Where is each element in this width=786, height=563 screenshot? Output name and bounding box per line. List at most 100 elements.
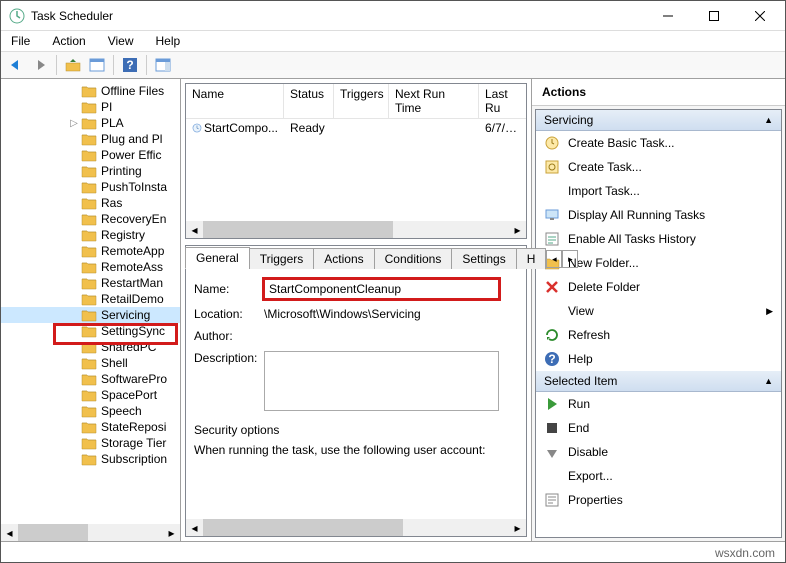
action-item[interactable]: Create Task... — [536, 155, 781, 179]
action-item[interactable]: Import Task... — [536, 179, 781, 203]
forward-button[interactable] — [29, 54, 51, 76]
collapse-icon[interactable]: ▲ — [764, 115, 773, 125]
tree-item[interactable]: StateReposi — [1, 419, 180, 435]
action-item[interactable]: Delete Folder — [536, 275, 781, 299]
svg-text:?: ? — [126, 58, 133, 72]
tab-conditions[interactable]: Conditions — [374, 248, 453, 269]
action-item[interactable]: Export... — [536, 464, 781, 488]
action-item[interactable]: Properties — [536, 488, 781, 512]
scroll-right-icon[interactable]: ▸ — [509, 221, 526, 238]
action-item[interactable]: Create Basic Task... — [536, 131, 781, 155]
tab-settings[interactable]: Settings — [451, 248, 516, 269]
scroll-left-icon[interactable]: ◂ — [1, 524, 18, 541]
tree-item[interactable]: PushToInsta — [1, 179, 180, 195]
tree-item[interactable]: Speech — [1, 403, 180, 419]
collapse-icon[interactable]: ▲ — [764, 376, 773, 386]
action-item[interactable]: ?Help — [536, 347, 781, 371]
tab-actions[interactable]: Actions — [313, 248, 374, 269]
tab-scroll-left[interactable]: ◂ — [546, 250, 562, 268]
tree-item[interactable]: Subscription — [1, 451, 180, 467]
tree-item[interactable]: SpacePort — [1, 387, 180, 403]
action-label: Import Task... — [568, 184, 640, 198]
description-field[interactable] — [264, 351, 499, 411]
actions-section-selected[interactable]: Selected Item ▲ — [536, 371, 781, 392]
action-item[interactable]: View▶ — [536, 299, 781, 323]
minimize-button[interactable] — [645, 1, 691, 31]
action-item[interactable]: Display All Running Tasks — [536, 203, 781, 227]
col-status[interactable]: Status — [284, 84, 334, 118]
menu-action[interactable]: Action — [48, 32, 89, 50]
scroll-right-icon[interactable]: ▸ — [163, 524, 180, 541]
tab-scroll-right[interactable]: ▸ — [562, 250, 578, 268]
tree-item-label: Offline Files — [101, 84, 164, 98]
up-button[interactable] — [62, 54, 84, 76]
scroll-left-icon[interactable]: ◂ — [186, 519, 203, 536]
tree-item[interactable]: ▷PLA — [1, 115, 180, 131]
tree-item[interactable]: Servicing — [1, 307, 180, 323]
tree-item[interactable]: RemoteApp — [1, 243, 180, 259]
tree-item-label: SoftwarePro — [101, 372, 167, 386]
menu-file[interactable]: File — [7, 32, 34, 50]
col-triggers[interactable]: Triggers — [334, 84, 389, 118]
tree-item[interactable]: RecoveryEn — [1, 211, 180, 227]
action-label: Enable All Tasks History — [568, 232, 696, 246]
action-item[interactable]: Enable All Tasks History — [536, 227, 781, 251]
action-item[interactable]: Refresh — [536, 323, 781, 347]
col-last[interactable]: Last Ru — [479, 84, 526, 118]
actions-pane: Actions Servicing ▲ Create Basic Task...… — [532, 79, 785, 541]
detail-hscroll[interactable]: ◂ ▸ — [186, 519, 526, 536]
tab-history[interactable]: H — [516, 248, 547, 269]
list-hscroll[interactable]: ◂ ▸ — [186, 221, 526, 238]
highlight-servicing — [53, 323, 178, 345]
tree-item[interactable]: SoftwarePro — [1, 371, 180, 387]
tree-item[interactable]: Ras — [1, 195, 180, 211]
back-button[interactable] — [5, 54, 27, 76]
tab-triggers[interactable]: Triggers — [249, 248, 315, 269]
actions-section-servicing[interactable]: Servicing ▲ — [536, 110, 781, 131]
tree-item[interactable]: RestartMan — [1, 275, 180, 291]
tree-item[interactable]: PI — [1, 99, 180, 115]
disable-icon — [544, 444, 560, 460]
name-field[interactable]: StartComponentCleanup — [264, 279, 499, 299]
action-label: Properties — [568, 493, 623, 507]
col-name[interactable]: Name — [186, 84, 284, 118]
action-item[interactable]: End — [536, 416, 781, 440]
action-label: Create Basic Task... — [568, 136, 675, 150]
tree-item[interactable]: RemoteAss — [1, 259, 180, 275]
tree-item-label: RemoteAss — [101, 260, 163, 274]
tree-item[interactable]: Plug and Pl — [1, 131, 180, 147]
action-item[interactable]: Disable — [536, 440, 781, 464]
tree-item[interactable]: Shell — [1, 355, 180, 371]
app-icon — [9, 8, 25, 24]
tree-item[interactable]: Registry — [1, 227, 180, 243]
maximize-button[interactable] — [691, 1, 737, 31]
show-pane-button[interactable] — [152, 54, 174, 76]
action-item[interactable]: Run — [536, 392, 781, 416]
task-row[interactable]: StartCompo... Ready 6/7/202 — [186, 119, 526, 137]
tab-general[interactable]: General — [185, 247, 250, 269]
scroll-right-icon[interactable]: ▸ — [509, 519, 526, 536]
help-button[interactable]: ? — [119, 54, 141, 76]
scroll-left-icon[interactable]: ◂ — [186, 221, 203, 238]
menu-bar: File Action View Help — [1, 31, 785, 51]
action-label: Disable — [568, 445, 608, 459]
action-label: Help — [568, 352, 593, 366]
tree-item[interactable]: Power Effic — [1, 147, 180, 163]
detail-pane: General Triggers Actions Conditions Sett… — [185, 245, 527, 537]
task-last-cell: 6/7/202 — [479, 121, 526, 135]
blank-icon — [544, 183, 560, 199]
close-button[interactable] — [737, 1, 783, 31]
task-list: Name Status Triggers Next Run Time Last … — [185, 83, 527, 239]
menu-view[interactable]: View — [104, 32, 138, 50]
tree-item[interactable]: Offline Files — [1, 83, 180, 99]
tree-item[interactable]: RetailDemo — [1, 291, 180, 307]
tree-item[interactable]: Storage Tier — [1, 435, 180, 451]
tree-hscroll[interactable]: ◂ ▸ — [1, 524, 180, 541]
chevron-right-icon[interactable]: ▷ — [69, 118, 79, 129]
menu-help[interactable]: Help — [152, 32, 185, 50]
tree-item[interactable]: Printing — [1, 163, 180, 179]
col-next[interactable]: Next Run Time — [389, 84, 479, 118]
tree-item-label: Printing — [101, 164, 142, 178]
security-header: Security options — [194, 423, 518, 437]
toggle-pane-button[interactable] — [86, 54, 108, 76]
